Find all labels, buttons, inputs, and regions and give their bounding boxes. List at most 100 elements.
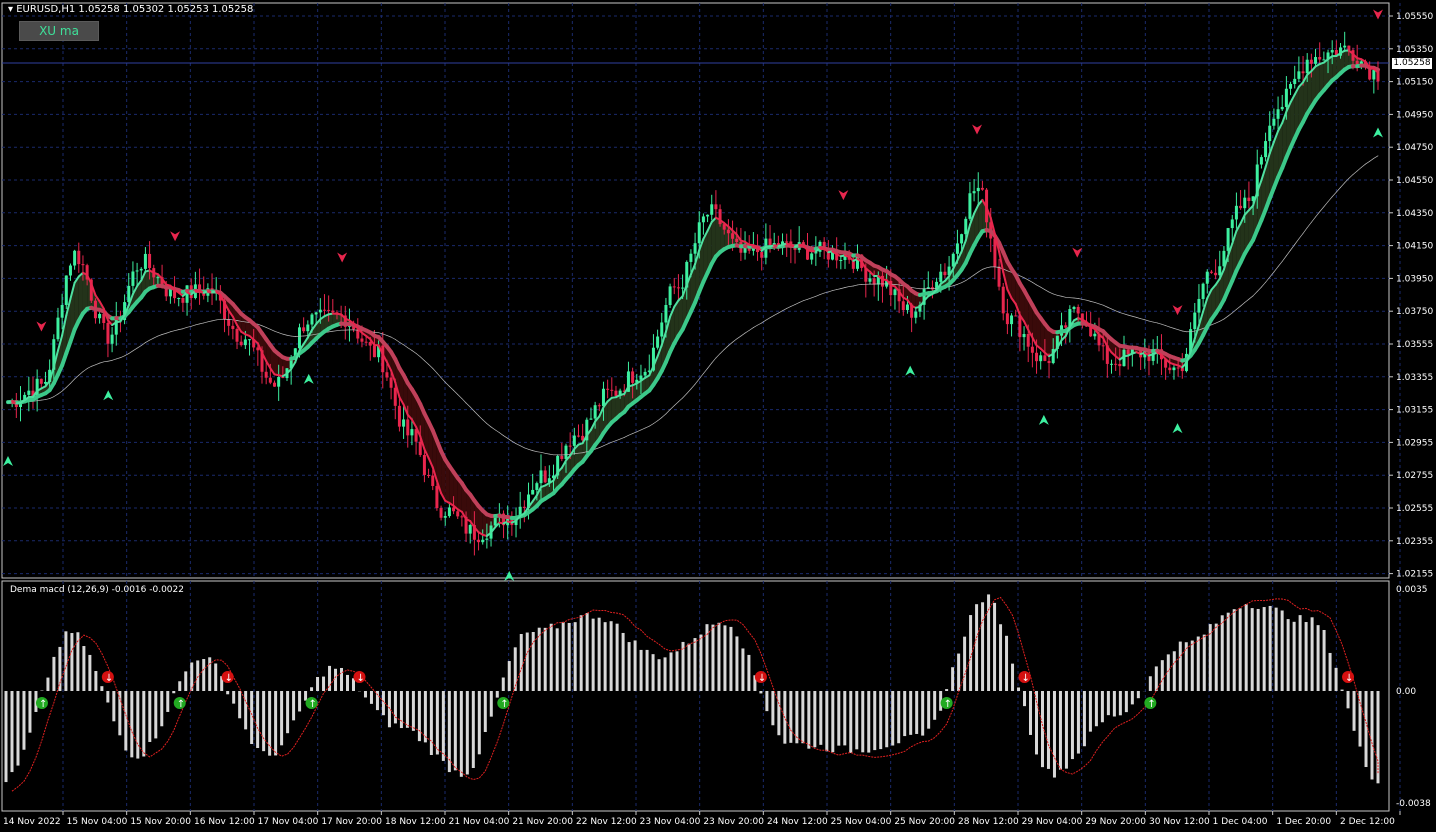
macd-bar xyxy=(88,654,92,691)
time-tick-label: 1 Dec 04:00 xyxy=(1213,817,1268,827)
macd-bar xyxy=(316,677,320,691)
candle-body xyxy=(1230,219,1234,229)
collapse-triangle-icon[interactable]: ▾ xyxy=(8,4,13,15)
candle-body xyxy=(314,312,318,315)
macd-bar xyxy=(855,691,859,750)
cross-marker-glyph: ↑ xyxy=(39,699,47,710)
long-ma-line-segment xyxy=(1302,227,1308,234)
candle-body xyxy=(1264,141,1268,158)
candle-body xyxy=(735,238,739,243)
long-ma-line-segment xyxy=(844,286,850,288)
price-tick-label: 1.03155 xyxy=(1396,406,1433,416)
macd-bar xyxy=(405,691,409,728)
candle-body xyxy=(139,268,143,271)
indicator-tick-label: 0.0035 xyxy=(1396,585,1428,595)
candle-body xyxy=(1035,352,1039,362)
long-ma-line-segment xyxy=(1019,275,1025,279)
long-ma-line-segment xyxy=(1311,216,1316,223)
macd-bar xyxy=(310,687,314,691)
long-ma-line-segment xyxy=(1327,196,1333,203)
long-ma-line-segment xyxy=(157,334,163,337)
candle-body xyxy=(485,538,489,540)
long-ma-line-segment xyxy=(145,339,150,343)
candle-body xyxy=(181,298,185,303)
long-ma-line-segment xyxy=(773,312,779,316)
long-ma-line-segment xyxy=(682,393,688,399)
macd-bar xyxy=(202,659,206,691)
macd-bar xyxy=(1364,691,1368,768)
candle-body xyxy=(56,317,60,340)
long-ma-line-segment xyxy=(977,269,983,273)
candle-body xyxy=(543,470,547,483)
macd-bar xyxy=(627,642,631,691)
long-ma-line-segment xyxy=(782,308,788,312)
long-ma-line-segment xyxy=(1102,304,1108,308)
macd-bar xyxy=(735,636,739,691)
long-ma-line-segment xyxy=(1356,167,1362,172)
macd-bar xyxy=(166,691,170,712)
long-ma-line-segment xyxy=(149,337,155,341)
macd-bar xyxy=(501,677,505,691)
candle-body xyxy=(406,419,410,436)
macd-bar xyxy=(130,691,134,758)
long-ma-line-segment xyxy=(1240,302,1246,307)
long-ma-line-segment xyxy=(640,427,646,431)
candle-body xyxy=(610,389,614,391)
long-ma-line-segment xyxy=(732,338,738,343)
price-tick-label: 1.03555 xyxy=(1396,340,1433,350)
candle-body xyxy=(572,435,576,446)
macd-bar xyxy=(411,691,415,731)
macd-bar xyxy=(16,691,20,766)
candle-body xyxy=(960,234,964,244)
candle-body xyxy=(1176,367,1180,369)
long-ma-line-segment xyxy=(36,399,42,402)
candle-body xyxy=(360,338,364,342)
indicator-tick-label: 0.00 xyxy=(1396,687,1416,697)
macd-bar xyxy=(1124,691,1128,713)
long-ma-line-segment xyxy=(1265,276,1271,283)
buy-arrow-icon xyxy=(504,570,515,581)
long-ma-line-segment xyxy=(1348,174,1354,179)
candle-body xyxy=(135,270,139,272)
candle-body xyxy=(381,345,385,373)
candle-body xyxy=(427,474,431,476)
long-ma-line-segment xyxy=(207,320,213,323)
long-ma-line-segment xyxy=(623,434,629,438)
long-ma-line-segment xyxy=(1181,330,1187,333)
candle-body xyxy=(364,341,368,343)
long-ma-line-segment xyxy=(757,322,763,326)
candle-body xyxy=(905,304,909,311)
candle-body xyxy=(560,455,564,459)
long-ma-line-segment xyxy=(653,420,658,424)
long-ma-line-segment xyxy=(827,290,833,293)
candle-body xyxy=(148,253,152,269)
candle-body xyxy=(1259,157,1263,165)
long-ma-line-segment xyxy=(211,319,217,322)
cross-marker-glyph: ↓ xyxy=(758,673,766,684)
price-tick-label: 1.04750 xyxy=(1396,143,1433,153)
long-ma-line-segment xyxy=(65,382,71,388)
long-ma-line-segment xyxy=(120,355,125,358)
price-tick-label: 1.02155 xyxy=(1396,570,1433,580)
xu-ma-button[interactable]: XU ma xyxy=(19,21,99,41)
macd-bar xyxy=(657,659,661,691)
cross-marker-glyph: ↓ xyxy=(1022,673,1030,684)
trading-chart[interactable]: 1.05550 1.05350 1.05150 1.04950 1.04750 1.045… xyxy=(0,0,1436,832)
candle-body xyxy=(1172,367,1176,371)
candle-body xyxy=(631,371,635,383)
long-ma-line-segment xyxy=(678,397,683,403)
candle-body xyxy=(73,250,77,266)
macd-bar xyxy=(1100,691,1104,723)
price-tick-label: 1.05550 xyxy=(1396,12,1433,22)
macd-bar xyxy=(879,691,883,750)
long-ma-line-segment xyxy=(1127,314,1133,317)
macd-bar xyxy=(46,677,50,691)
long-ma-line-segment xyxy=(153,335,159,339)
long-ma-line-segment xyxy=(598,445,604,449)
sell-arrow-icon xyxy=(1172,305,1183,316)
long-ma-line-segment xyxy=(203,321,209,324)
long-ma-line-segment xyxy=(965,277,971,281)
long-ma-line-segment xyxy=(195,323,200,326)
macd-bar xyxy=(286,691,290,734)
time-tick-label: 15 Nov 20:00 xyxy=(130,817,191,827)
